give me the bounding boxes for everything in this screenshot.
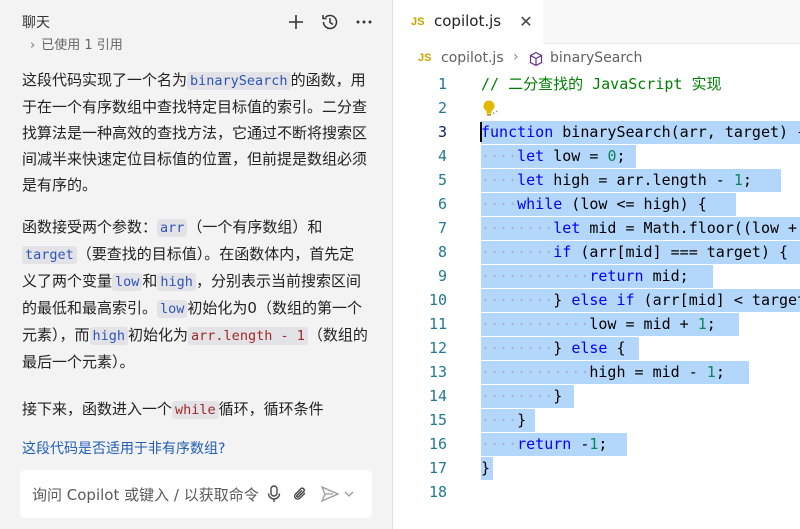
code-line-15: 15 ····} xyxy=(393,408,800,432)
line-number: 8 xyxy=(437,243,447,261)
breadcrumb-separator-chevron-icon: › xyxy=(513,49,519,65)
line-number: 11 xyxy=(428,315,447,333)
response-text: 这段代码实现了一个名为 xyxy=(22,71,188,89)
code-line-11: 11 ············low = mid + 1; xyxy=(393,312,800,336)
line-number: 10 xyxy=(428,291,447,309)
inline-code: arr.length - 1 xyxy=(188,327,308,345)
breadcrumb-file[interactable]: copilot.js xyxy=(441,50,504,66)
code-editor: JS copilot.js ✕ JS copilot.js › binarySe… xyxy=(393,0,800,529)
tab-title: copilot.js xyxy=(434,12,502,30)
breadcrumb: JS copilot.js › binarySearch xyxy=(393,48,800,70)
response-text: 函数接受两个参数： xyxy=(22,218,158,236)
code-line-5: 5 ····let high = arr.length - 1; xyxy=(393,168,800,192)
follow-up-suggestion-link[interactable]: 这段代码是否适用于非有序数组? xyxy=(22,438,225,458)
code-text: } xyxy=(481,459,491,477)
code-text: ········if (arr[mid] === target) { xyxy=(481,243,789,261)
chat-input-box[interactable]: 询问 Copilot 或键入 / 以获取命令 xyxy=(20,470,372,518)
code-text: ····} xyxy=(481,411,527,429)
code-text: ············low = mid + 1; xyxy=(481,315,716,333)
lightbulb-icon[interactable] xyxy=(481,98,499,122)
line-number: 5 xyxy=(437,171,447,189)
code-line-1: 1 // 二分查找的 JavaScript 实现 xyxy=(393,72,800,96)
line-number: 3 xyxy=(437,123,447,141)
used-references-label: 已使用 1 引用 xyxy=(41,38,123,50)
code-line-16: 16 ····return -1; xyxy=(393,432,800,456)
inline-code: target xyxy=(22,246,77,264)
line-number: 12 xyxy=(428,339,447,357)
more-options-icon[interactable] xyxy=(352,10,376,34)
code-text: ········} else if (arr[mid] < target) { xyxy=(481,291,800,309)
javascript-file-icon: JS xyxy=(411,16,425,28)
code-text: ····return -1; xyxy=(481,435,608,453)
code-text: ········let mid = Math.floor((low + high… xyxy=(481,219,798,237)
line-number: 1 xyxy=(437,75,447,93)
response-text: 和 xyxy=(142,272,158,290)
code-text: ········} else { xyxy=(481,339,626,357)
code-line-14: 14 ········} xyxy=(393,384,800,408)
line-number: 17 xyxy=(428,459,447,477)
code-text: ············high = mid - 1; xyxy=(481,363,725,381)
attach-paperclip-icon[interactable] xyxy=(290,484,310,504)
response-text: 循环，循环条件 xyxy=(218,400,324,418)
code-line-18: 18 xyxy=(393,480,800,504)
code-text: function binarySearch(arr, target) { xyxy=(481,123,800,141)
line-number: 14 xyxy=(428,387,447,405)
inline-code: high xyxy=(157,273,196,291)
code-line-3: 3 function binarySearch(arr, target) { xyxy=(393,120,800,144)
symbol-method-cube-icon xyxy=(528,51,544,71)
code-line-10: 10 ········} else if (arr[mid] < target)… xyxy=(393,288,800,312)
inline-code: binarySearch xyxy=(187,72,291,90)
chat-input-placeholder[interactable]: 询问 Copilot 或键入 / 以获取命令 xyxy=(32,484,264,505)
line-number: 15 xyxy=(428,411,447,429)
code-line-7: 7 ········let mid = Math.floor((low + hi… xyxy=(393,216,800,240)
code-line-4: 4 ····let low = 0; xyxy=(393,144,800,168)
code-line-9: 9 ············return mid; xyxy=(393,264,800,288)
code-line-12: 12 ········} else { xyxy=(393,336,800,360)
breadcrumb-symbol[interactable]: binarySearch xyxy=(550,50,642,66)
tab-copilot-js[interactable]: JS copilot.js ✕ xyxy=(393,0,543,44)
line-number: 16 xyxy=(428,435,447,453)
chat-response-paragraph-1: 这段代码实现了一个名为 binarySearch 的函数，用于在一个有序数组中查找特… xyxy=(22,67,368,198)
line-number: 4 xyxy=(437,147,447,165)
code-comment: // 二分查找的 JavaScript 实现 xyxy=(481,75,722,93)
inline-code: low xyxy=(112,273,143,291)
code-line-13: 13 ············high = mid - 1; xyxy=(393,360,800,384)
code-line-17: 17 } xyxy=(393,456,800,480)
code-text: ············return mid; xyxy=(481,267,689,285)
chat-panel: 聊天 › 已使用 1 引用 这段代码实现了一个名为 binarySearch 的函数，… xyxy=(0,0,392,529)
code-line-8: 8 ········if (arr[mid] === target) { xyxy=(393,240,800,264)
history-icon[interactable] xyxy=(318,10,342,34)
code-text: ····let low = 0; xyxy=(481,147,626,165)
inline-code: arr xyxy=(157,219,188,237)
line-number: 2 xyxy=(437,99,447,117)
chat-title: 聊天 xyxy=(22,15,50,31)
line-number: 7 xyxy=(437,219,447,237)
javascript-file-icon: JS xyxy=(418,52,432,64)
inline-code: while xyxy=(172,401,219,419)
close-tab-icon[interactable]: ✕ xyxy=(517,13,535,31)
response-text: 接下来，函数进入一个 xyxy=(22,400,173,418)
code-text: ········} xyxy=(481,387,563,405)
new-chat-plus-icon[interactable] xyxy=(284,10,308,34)
line-number: 6 xyxy=(437,195,447,213)
used-references-toggle[interactable]: › 已使用 1 引用 xyxy=(30,34,123,50)
line-number: 13 xyxy=(428,363,447,381)
send-icon[interactable] xyxy=(320,484,340,504)
chevron-right-icon: › xyxy=(30,38,36,50)
line-number: 18 xyxy=(428,483,447,501)
code-line-6: 6 ····while (low <= high) { xyxy=(393,192,800,216)
response-text: 初始化为 xyxy=(128,326,189,344)
code-text: ····while (low <= high) { xyxy=(481,195,707,213)
response-text: （一个有序数组）和 xyxy=(187,218,323,236)
inline-code: low xyxy=(157,300,188,318)
chat-response-paragraph-3: 接下来，函数进入一个 while 循环，循环条件 xyxy=(22,396,368,423)
line-number: 9 xyxy=(437,267,447,285)
code-line-2: 2 xyxy=(393,96,800,120)
chat-response-paragraph-2: 函数接受两个参数： arr （一个有序数组）和target （要查找的目标值）。在函数… xyxy=(22,214,368,375)
inline-code: high xyxy=(89,327,129,345)
send-options-chevron-down-icon[interactable] xyxy=(342,484,356,504)
code-text: ····let high = arr.length - 1; xyxy=(481,171,752,189)
text-cursor xyxy=(480,122,482,142)
microphone-icon[interactable] xyxy=(264,484,284,504)
